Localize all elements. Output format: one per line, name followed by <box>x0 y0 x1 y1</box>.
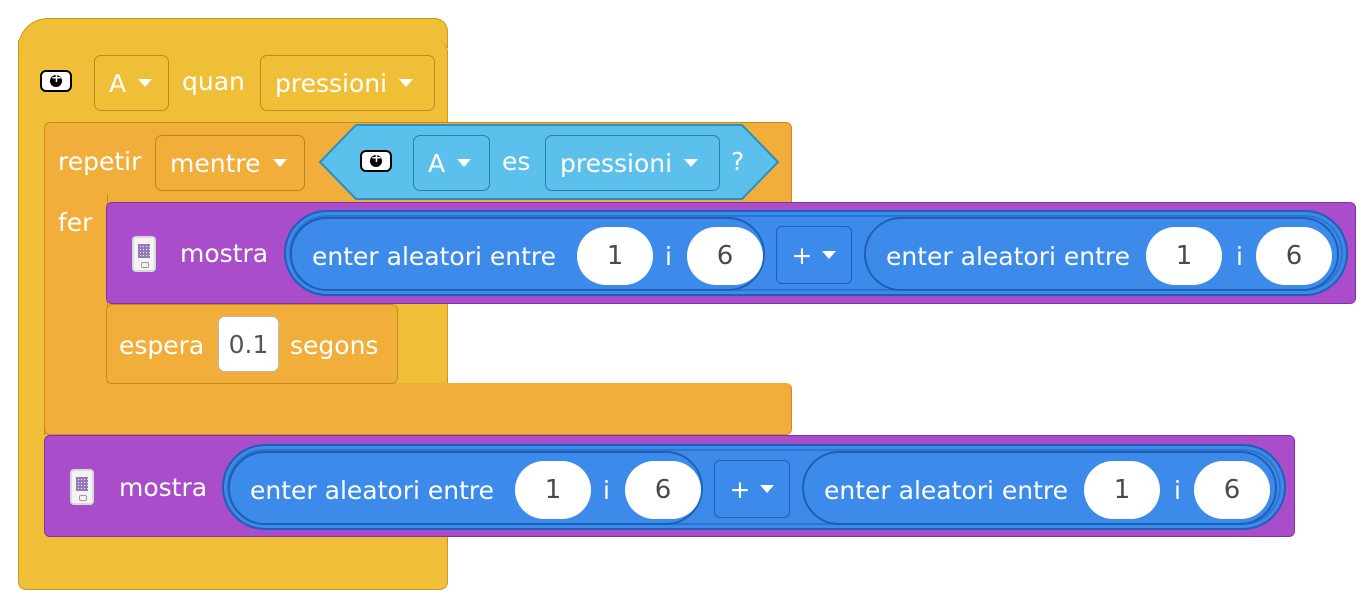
loop-block-bottom[interactable] <box>44 383 792 435</box>
show-1-label: mostra <box>180 239 269 268</box>
random-right-to[interactable]: 6 <box>1194 461 1270 519</box>
sum-reporter-2[interactable]: enter aleatori entre 1 i 6 + enter aleat… <box>222 444 1286 530</box>
event-action-dropdown[interactable]: pressioni <box>260 55 435 111</box>
event-button-value: A <box>109 68 127 98</box>
random-left-label: enter aleatori entre <box>250 476 495 505</box>
random-right-label: enter aleatori entre <box>886 242 1131 271</box>
random-right-i-label: i <box>1236 242 1243 271</box>
condition-es-label: es <box>502 147 531 176</box>
loop-fer-label: fer <box>58 208 93 237</box>
condition-action-dropdown[interactable]: pressioni <box>545 135 720 191</box>
random-left-to[interactable]: 6 <box>687 227 763 285</box>
chevron-down-icon <box>457 159 472 167</box>
loop-mode-dropdown[interactable]: mentre <box>155 135 305 191</box>
event-quan-label: quan <box>182 67 245 96</box>
random-left-i-label: i <box>603 476 610 505</box>
random-right-label: enter aleatori entre <box>824 476 1069 505</box>
wait-unit-label: segons <box>290 331 379 360</box>
random-left-from[interactable]: 1 <box>515 461 591 519</box>
chevron-down-icon <box>760 485 775 493</box>
chevron-down-icon <box>399 79 414 87</box>
wait-seconds-input[interactable]: 0.1 <box>218 316 279 372</box>
event-button-dropdown[interactable]: A <box>94 55 169 111</box>
condition-button-value: A <box>428 148 446 178</box>
chevron-down-icon <box>272 159 287 167</box>
show-2-label: mostra <box>119 473 208 502</box>
random-reporter-left[interactable]: enter aleatori entre 1 i 6 <box>290 217 765 291</box>
button-controller-icon <box>40 70 72 92</box>
random-reporter-right[interactable]: enter aleatori entre 1 i 6 <box>802 451 1277 525</box>
random-left-label: enter aleatori entre <box>312 242 557 271</box>
random-reporter-right[interactable]: enter aleatori entre 1 i 6 <box>864 217 1339 291</box>
operator-dropdown[interactable]: + <box>714 460 790 518</box>
condition-button-dropdown[interactable]: A <box>413 135 490 191</box>
condition-action-value: pressioni <box>560 148 673 178</box>
random-left-from[interactable]: 1 <box>577 227 653 285</box>
random-right-i-label: i <box>1174 476 1181 505</box>
random-reporter-left[interactable]: enter aleatori entre 1 i 6 <box>228 451 703 525</box>
display-icon <box>70 469 94 505</box>
condition-question-mark: ? <box>731 147 745 176</box>
button-controller-icon <box>360 150 392 172</box>
wait-label: espera <box>119 331 205 360</box>
loop-repetir-label: repetir <box>58 147 142 176</box>
operator-value: + <box>729 474 751 504</box>
chevron-down-icon <box>822 251 837 259</box>
event-action-value: pressioni <box>275 68 388 98</box>
random-right-from[interactable]: 1 <box>1146 227 1222 285</box>
random-right-from[interactable]: 1 <box>1084 461 1160 519</box>
sum-reporter-1[interactable]: enter aleatori entre 1 i 6 + enter aleat… <box>284 210 1348 296</box>
random-left-i-label: i <box>665 242 672 271</box>
loop-mode-value: mentre <box>170 148 261 178</box>
operator-value: + <box>791 240 813 270</box>
random-right-to[interactable]: 6 <box>1256 227 1332 285</box>
chevron-down-icon <box>684 159 699 167</box>
chevron-down-icon <box>138 79 153 87</box>
display-icon <box>132 236 156 272</box>
random-left-to[interactable]: 6 <box>625 461 701 519</box>
operator-dropdown[interactable]: + <box>776 226 852 284</box>
